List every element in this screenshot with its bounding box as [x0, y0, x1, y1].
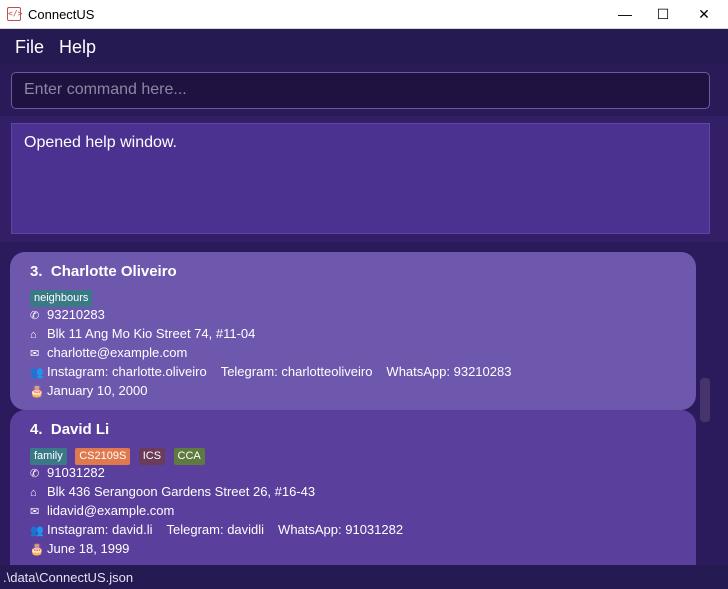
menu-help[interactable]: Help: [59, 37, 96, 58]
result-display: Opened help window.: [11, 123, 710, 234]
address-row: ⌂ Blk 436 Serangoon Gardens Street 26, #1…: [30, 484, 315, 499]
person-card[interactable]: 4. David Li family CS2109S ICS CCA ✆ 9103…: [10, 410, 696, 565]
email-row: ✉ lidavid@example.com: [30, 503, 174, 518]
window-title: ConnectUS: [28, 7, 95, 22]
email-value: lidavid@example.com: [47, 503, 175, 518]
address-value: Blk 436 Serangoon Gardens Street 26, #16…: [47, 484, 316, 499]
whatsapp-value: WhatsApp: 91031282: [278, 522, 404, 537]
person-name: David Li: [50, 421, 110, 438]
birthday-value: January 10, 2000: [47, 383, 148, 398]
phone-icon: ✆: [30, 310, 40, 322]
tag: family: [30, 448, 67, 465]
instagram-value: Instagram: david.li: [47, 522, 153, 537]
address-value: Blk 11 Ang Mo Kio Street 74, #11-04: [47, 326, 256, 341]
mail-icon: ✉: [30, 506, 40, 518]
instagram-value: Instagram: charlotte.oliveiro: [47, 364, 207, 379]
social-row: 👥 Instagram: david.li Telegram: davidli Wha…: [30, 522, 403, 537]
birthday-value: June 18, 1999: [47, 541, 130, 556]
phone-value: 91031282: [47, 465, 105, 480]
telegram-value: Telegram: davidli: [166, 522, 265, 537]
app-code-icon: </>: [7, 7, 22, 21]
person-list[interactable]: 3. Charlotte Oliveiro neighbours ✆ 932102…: [0, 242, 728, 565]
birthday-row: 🎂 January 10, 2000: [30, 383, 147, 398]
social-row: 👥 Instagram: charlotte.oliveiro Telegram: …: [30, 364, 511, 379]
tag: ICS: [138, 448, 166, 465]
phone-row: ✆ 91031282: [30, 465, 105, 480]
email-row: ✉ charlotte@example.com: [30, 345, 187, 360]
phone-icon: ✆: [30, 468, 40, 480]
person-index: 3.: [30, 263, 43, 280]
telegram-value: Telegram: charlotteoliveiro: [220, 364, 373, 379]
home-icon: ⌂: [30, 329, 37, 341]
person-name-line: 3. Charlotte Oliveiro: [30, 263, 177, 280]
cake-icon: 🎂: [30, 386, 44, 398]
person-name-line: 4. David Li: [30, 421, 109, 438]
title-bar: </> ConnectUS — ☐ ✕: [0, 0, 728, 29]
cake-icon: 🎂: [30, 544, 44, 556]
minimize-button[interactable]: —: [605, 0, 645, 29]
person-card[interactable]: 3. Charlotte Oliveiro neighbours ✆ 932102…: [10, 252, 696, 410]
tag-list: neighbours: [30, 288, 96, 307]
home-icon: ⌂: [30, 487, 37, 499]
list-scrollbar[interactable]: [700, 378, 710, 422]
people-icon: 👥: [30, 525, 44, 537]
email-value: charlotte@example.com: [47, 345, 188, 360]
tag-list: family CS2109S ICS CCA: [30, 446, 209, 465]
people-icon: 👥: [30, 367, 44, 379]
tag: neighbours: [30, 290, 93, 307]
whatsapp-value: WhatsApp: 93210283: [386, 364, 512, 379]
person-index: 4.: [30, 421, 43, 438]
person-name: Charlotte Oliveiro: [50, 263, 177, 280]
mail-icon: ✉: [30, 348, 40, 360]
menu-file[interactable]: File: [15, 37, 44, 58]
address-row: ⌂ Blk 11 Ang Mo Kio Street 74, #11-04: [30, 326, 255, 341]
close-button[interactable]: ✕: [684, 0, 724, 29]
command-input[interactable]: Enter command here...: [11, 72, 710, 109]
phone-row: ✆ 93210283: [30, 307, 105, 322]
status-bar: .\data\ConnectUS.json: [0, 565, 728, 589]
status-path: .\data\ConnectUS.json: [3, 570, 134, 585]
phone-value: 93210283: [47, 307, 105, 322]
maximize-button[interactable]: ☐: [643, 0, 683, 29]
result-text: Opened help window.: [24, 134, 177, 151]
command-placeholder: Enter command here...: [24, 81, 187, 98]
tag: CS2109S: [75, 448, 131, 465]
tag: CCA: [173, 448, 205, 465]
menu-bar: File Help: [0, 29, 728, 65]
birthday-row: 🎂 June 18, 1999: [30, 541, 129, 556]
